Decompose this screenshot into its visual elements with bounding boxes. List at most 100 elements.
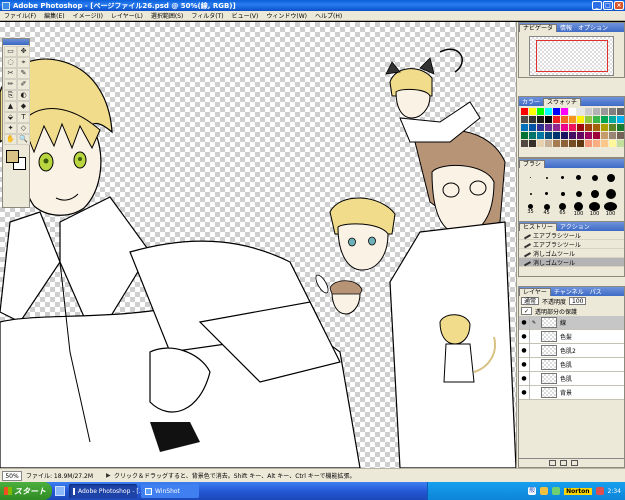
new-layer-icon[interactable] bbox=[560, 460, 567, 466]
pencil-tool-icon[interactable]: ✐ bbox=[17, 79, 30, 90]
slice-tool-icon[interactable]: ✎ bbox=[17, 68, 30, 79]
color-swatch[interactable] bbox=[617, 140, 624, 147]
color-swatch[interactable] bbox=[537, 116, 544, 123]
brush-preset[interactable] bbox=[539, 170, 554, 185]
menu-filter[interactable]: フィルタ(T) bbox=[187, 11, 227, 20]
tray-app-icon[interactable] bbox=[540, 487, 549, 495]
network-icon[interactable] bbox=[552, 487, 561, 495]
color-swatch[interactable] bbox=[577, 140, 584, 147]
color-swatch[interactable] bbox=[617, 124, 624, 131]
layer-row[interactable]: ● 色肌 bbox=[519, 371, 624, 386]
eye-icon[interactable]: ● bbox=[519, 333, 529, 340]
menu-edit[interactable]: 編集(E) bbox=[40, 11, 68, 20]
color-swatch[interactable] bbox=[545, 132, 552, 139]
status-menu-arrow-icon[interactable]: ▶ bbox=[106, 472, 112, 480]
layer-row[interactable]: ● 背景 bbox=[519, 385, 624, 400]
color-swatch[interactable] bbox=[537, 108, 544, 115]
layer-row[interactable]: ● ✎ 線 bbox=[519, 315, 624, 330]
color-swatch[interactable] bbox=[585, 140, 592, 147]
color-swatch[interactable] bbox=[529, 124, 536, 131]
color-swatch[interactable] bbox=[561, 140, 568, 147]
color-swatch[interactable] bbox=[545, 140, 552, 147]
color-swatch[interactable] bbox=[593, 108, 600, 115]
color-swatch[interactable] bbox=[537, 140, 544, 147]
color-swatch[interactable] bbox=[609, 132, 616, 139]
eye-icon[interactable]: ● bbox=[519, 347, 529, 354]
color-swatch[interactable] bbox=[521, 132, 528, 139]
color-swatch[interactable] bbox=[545, 116, 552, 123]
brush-link-icon[interactable] bbox=[529, 343, 538, 358]
color-swatch[interactable] bbox=[569, 124, 576, 131]
tab-info[interactable]: 情報 bbox=[557, 23, 575, 32]
brush-preset[interactable] bbox=[523, 170, 538, 185]
move-tool-icon[interactable]: ✥ bbox=[17, 46, 30, 57]
color-swatch[interactable] bbox=[601, 116, 608, 123]
menu-select[interactable]: 選択範囲(S) bbox=[147, 11, 188, 20]
color-swatch[interactable] bbox=[609, 124, 616, 131]
menu-help[interactable]: ヘルプ(H) bbox=[311, 11, 346, 20]
layer-row[interactable]: ● 色髪 bbox=[519, 329, 624, 344]
color-swatch[interactable] bbox=[553, 108, 560, 115]
color-swatch[interactable] bbox=[529, 140, 536, 147]
color-swatch[interactable] bbox=[521, 124, 528, 131]
brush-link-icon[interactable]: ✎ bbox=[529, 315, 538, 330]
menu-file[interactable]: ファイル(F) bbox=[0, 11, 40, 20]
history-brush-tool-icon[interactable]: ◐ bbox=[17, 90, 30, 101]
navigator-thumbnail[interactable] bbox=[529, 36, 614, 76]
color-swatch[interactable] bbox=[601, 108, 608, 115]
color-swatch[interactable] bbox=[577, 124, 584, 131]
marquee-tool-icon[interactable]: ▭ bbox=[4, 46, 17, 57]
zoom-tool-icon[interactable]: 🔍 bbox=[17, 134, 30, 145]
color-swatch[interactable] bbox=[593, 116, 600, 123]
menu-window[interactable]: ウィンドウ(W) bbox=[262, 11, 311, 20]
brush-link-icon[interactable] bbox=[529, 385, 538, 400]
lasso-tool-icon[interactable]: ◌ bbox=[4, 57, 17, 68]
eraser-tool-icon[interactable]: ▲ bbox=[4, 101, 17, 112]
brush-preset[interactable] bbox=[571, 170, 586, 185]
brush-preset[interactable] bbox=[587, 170, 602, 185]
color-swatch[interactable] bbox=[521, 140, 528, 147]
norton-tray-icon[interactable]: Norton bbox=[564, 487, 592, 495]
type-tool-icon[interactable]: T bbox=[17, 112, 30, 123]
hand-tool-icon[interactable]: ✋ bbox=[4, 134, 17, 145]
tab-options[interactable]: オプション bbox=[575, 23, 611, 32]
tab-paths[interactable]: パス bbox=[587, 287, 605, 296]
color-swatch[interactable] bbox=[577, 108, 584, 115]
color-swatch[interactable] bbox=[585, 116, 592, 123]
tab-history[interactable]: ヒストリー bbox=[519, 222, 558, 231]
pen-tool-icon[interactable]: ✦ bbox=[4, 123, 17, 134]
color-swatch[interactable] bbox=[601, 140, 608, 147]
brush-preset[interactable] bbox=[603, 186, 618, 201]
color-swatch[interactable] bbox=[569, 116, 576, 123]
color-swatch[interactable] bbox=[617, 132, 624, 139]
color-swatch[interactable] bbox=[521, 108, 528, 115]
brush-preset[interactable] bbox=[571, 186, 586, 201]
color-swatch[interactable] bbox=[545, 108, 552, 115]
brush-preset[interactable]: 35 bbox=[523, 202, 538, 217]
security-alert-icon[interactable] bbox=[595, 487, 604, 495]
zoom-field[interactable]: 50% bbox=[2, 470, 22, 481]
color-swatch[interactable] bbox=[561, 116, 568, 123]
color-swatch[interactable] bbox=[561, 108, 568, 115]
color-swatch[interactable] bbox=[553, 116, 560, 123]
color-swatch[interactable] bbox=[593, 124, 600, 131]
color-swatch[interactable] bbox=[561, 124, 568, 131]
color-swatch[interactable] bbox=[609, 108, 616, 115]
color-swatch[interactable] bbox=[529, 132, 536, 139]
taskbar-photoshop[interactable]: Adobe Photoshop - [... bbox=[69, 484, 144, 498]
crop-tool-icon[interactable]: ✂ bbox=[4, 68, 17, 79]
color-swatch[interactable] bbox=[617, 116, 624, 123]
eye-icon[interactable]: ● bbox=[519, 375, 529, 382]
color-swatch[interactable] bbox=[577, 116, 584, 123]
foreground-color-swatch[interactable] bbox=[6, 150, 19, 163]
color-swatch[interactable] bbox=[585, 124, 592, 131]
color-swatch[interactable] bbox=[561, 132, 568, 139]
tab-layers[interactable]: レイヤー bbox=[519, 287, 551, 296]
color-swatch[interactable] bbox=[553, 140, 560, 147]
color-swatch[interactable] bbox=[609, 140, 616, 147]
history-item[interactable]: 消しゴムツール bbox=[519, 257, 624, 267]
navigator-view-box[interactable] bbox=[536, 40, 608, 72]
brush-preset[interactable]: 100 bbox=[603, 202, 618, 217]
maximize-button[interactable]: □ bbox=[603, 1, 613, 10]
color-swatch[interactable] bbox=[553, 124, 560, 131]
